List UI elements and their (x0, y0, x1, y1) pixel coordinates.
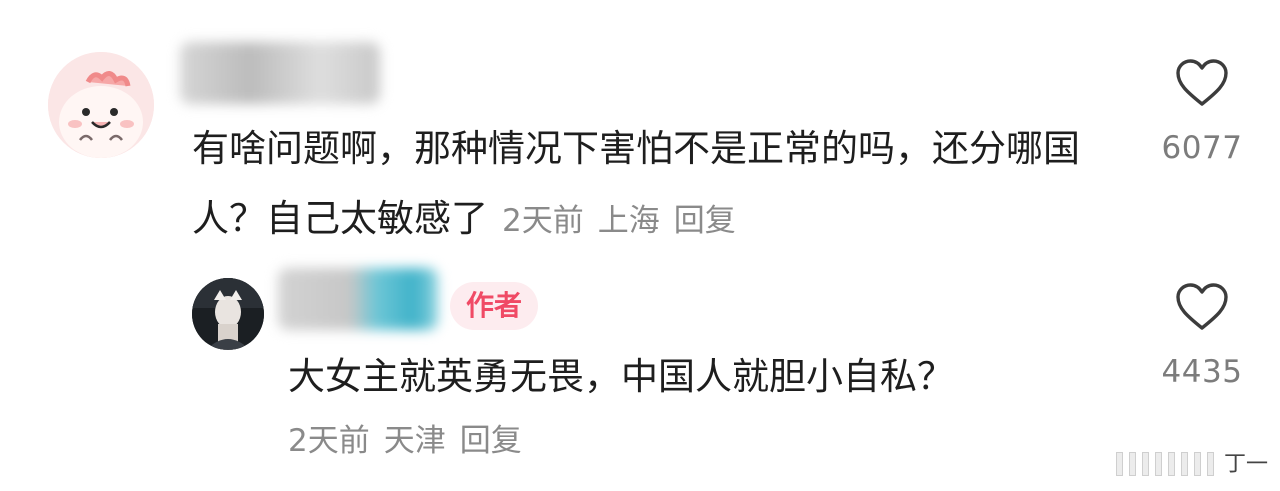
avatar[interactable] (48, 52, 154, 158)
reply-meta: 2天前 天津 回复 (288, 415, 522, 467)
comment-location: 上海 (597, 203, 660, 239)
like-count: 4435 (1161, 354, 1243, 390)
comment-meta: 2天前 上海 回复 (502, 203, 736, 239)
watermark-bar (1206, 452, 1214, 476)
photo-avatar (192, 278, 264, 350)
watermark-bar (1141, 452, 1149, 476)
watermark-bar (1115, 452, 1123, 476)
username-redacted[interactable] (180, 42, 380, 104)
watermark-text: 丁一 (1223, 452, 1268, 477)
like-button[interactable]: 6077 (1147, 58, 1257, 166)
heart-outline-icon (1176, 59, 1228, 106)
like-button[interactable]: 4435 (1147, 282, 1257, 390)
comment-time: 2天前 (502, 203, 584, 239)
heart-outline-icon (1176, 283, 1228, 330)
username-redacted[interactable] (278, 268, 438, 330)
watermark-bar (1193, 452, 1201, 476)
watermark-bar (1167, 452, 1175, 476)
avatar[interactable] (192, 278, 264, 350)
watermark-bar (1180, 452, 1188, 476)
reply-button[interactable]: 回复 (460, 423, 522, 459)
like-count: 6077 (1161, 130, 1243, 166)
author-badge: 作者 (450, 282, 539, 330)
comment-text: 有啥问题啊，那种情况下害怕不是正常的吗，还分哪国人？自己太敏感了 2天前 上海 回复 (192, 114, 1112, 256)
cartoon-avatar-icon (48, 52, 154, 158)
reply-text: 大女主就英勇无畏，中国人就胆小自私？ (288, 355, 954, 398)
watermark: 丁一 (1115, 448, 1268, 477)
reply-button[interactable]: 回复 (674, 203, 736, 239)
watermark-bar (1128, 452, 1136, 476)
reply-location: 天津 (383, 423, 446, 459)
reply-time: 2天前 (288, 423, 370, 459)
watermark-bar (1154, 452, 1162, 476)
